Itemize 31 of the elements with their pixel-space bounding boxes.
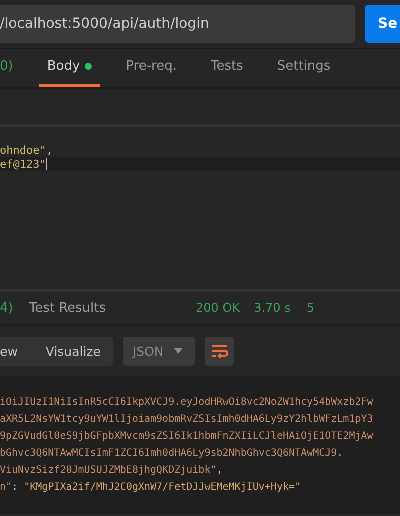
code-text: iOiJIUzI1NiIsInR5cCI6IkpXVCJ9.eyJodHRwOi8vc2NoZW1hcy54bWxzb2Fw (0, 396, 374, 408)
request-tab[interactable]: Body (39, 48, 100, 87)
wrap-lines-button[interactable] (204, 336, 234, 366)
wrap-icon (210, 344, 228, 358)
code-text: ef@123" (0, 158, 46, 171)
response-tab[interactable]: 4) (0, 300, 14, 316)
code-text: , (46, 144, 53, 157)
send-button[interactable]: Se (365, 5, 400, 43)
code-text: ViuNvzSizf20JmUSUJZMbE8jhgQKDZjuibk" (0, 464, 217, 476)
request-tab[interactable]: Tests (202, 48, 252, 87)
code-text: bGhvc3Q6NTAwMCIsImF1ZCI6Imh0dHA6Ly9sb2NhbGhvc3Q6NTAwMCJ9. (0, 448, 344, 459)
code-text: n" (0, 482, 12, 493)
view-option[interactable]: Visualize (46, 336, 113, 366)
request-tab[interactable]: Settings (269, 48, 339, 87)
format-dropdown[interactable]: JSON (122, 336, 195, 366)
response-time: 3.70 s (254, 301, 291, 316)
text-cursor-icon (46, 158, 48, 170)
status-code: 200 OK (196, 301, 240, 316)
code-text: aXR5L2NsYW1tcy9uYW1lIjoiam9obmRvZSIsImh0dHA6Ly9zY2hlbWFzLm1pY3 (0, 414, 374, 425)
code-text: ohndoe" (0, 144, 46, 157)
code-text: 9pZGVudGl0eS9jbGFpbXMvcm9sZSI6Ik1hbmFnZXIiLCJleHAiOjE1OTE2MjAw (0, 430, 374, 442)
code-text: : (12, 482, 20, 493)
code-text: "KMgPIXa2if/MhJ2C0gXnW7/FetDJJwEMeMKjIUv+Hyk=" (24, 482, 302, 493)
response-tab[interactable]: Test Results (29, 300, 106, 316)
code-text: , (216, 464, 223, 476)
request-tab[interactable]: Pre-req. (118, 48, 185, 87)
request-tab[interactable]: 0) (0, 48, 22, 87)
response-size: 5 (306, 301, 315, 316)
view-option[interactable]: ew (0, 336, 46, 366)
url-field[interactable]: /localhost:5000/api/auth/login (0, 5, 355, 43)
caret-icon (174, 348, 183, 354)
